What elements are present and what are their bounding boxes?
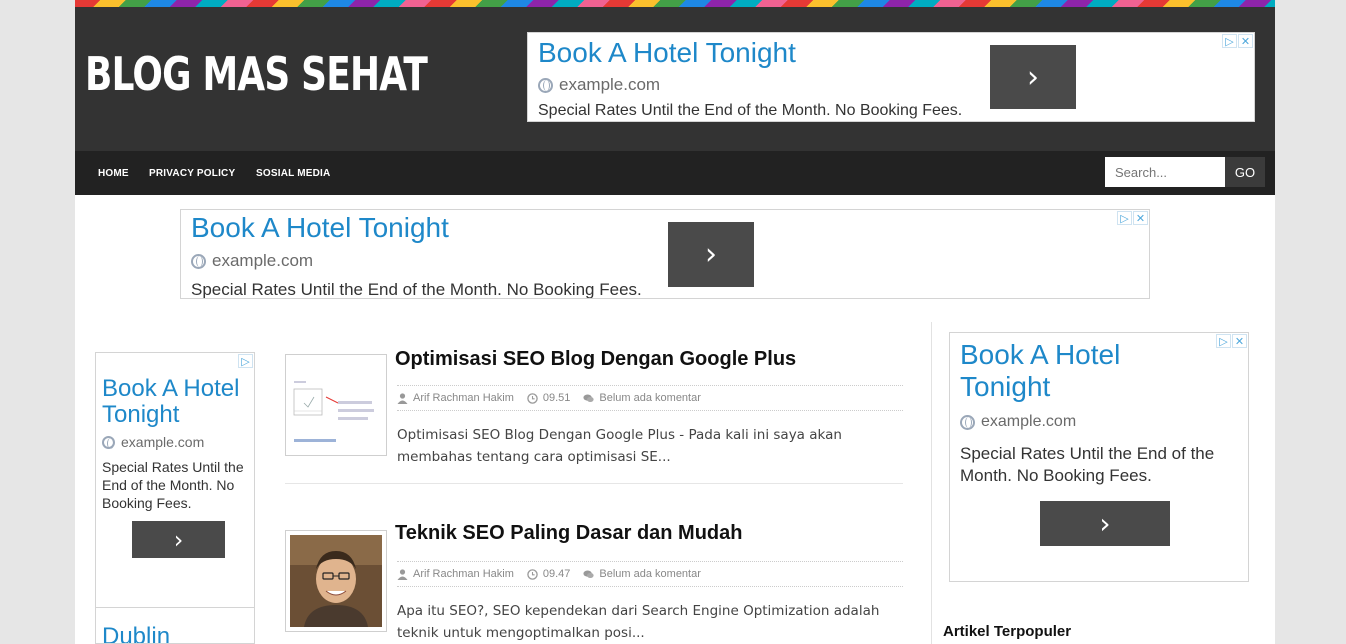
site-header: BLOG MAS SEHAT Book A Hotel Tonight exam… (75, 7, 1275, 151)
popular-articles-title: Artikel Terpopuler (943, 623, 1072, 640)
chevron-right-icon: › (705, 237, 717, 272)
ad-text-line1: Special Rates Until the (102, 459, 244, 475)
ad-url-text: example.com (559, 75, 661, 94)
post-author[interactable]: Arif Rachman Hakim (397, 568, 514, 580)
ad-title[interactable]: Book A Hotel Tonight (538, 37, 796, 69)
post-comments[interactable]: Belum ada komentar (583, 392, 701, 404)
adchoices-icon[interactable]: ▷ (1117, 211, 1132, 225)
post-thumbnail[interactable] (285, 530, 387, 632)
ad-title-line2[interactable]: Tonight (102, 401, 179, 429)
time-text: 09.47 (542, 568, 571, 580)
ad-url-text: example.com (121, 434, 205, 450)
adchoices-icon[interactable]: ▷ (1216, 334, 1231, 348)
chevron-right-icon: › (1099, 507, 1111, 540)
ad-title-line1[interactable]: Book A Hotel (960, 339, 1120, 371)
main-navigation: HOME PRIVACY POLICY SOSIAL MEDIA GO (75, 151, 1275, 195)
post-title[interactable]: Optimisasi SEO Blog Dengan Google Plus (395, 348, 796, 371)
post-meta: Arif Rachman Hakim 09.47 Belum ada komen… (397, 561, 903, 587)
post-item: Optimisasi SEO Blog Dengan Google Plus A… (285, 348, 903, 468)
ad-text-line1: Special Rates Until the End of the (960, 444, 1215, 463)
close-icon[interactable]: ✕ (1133, 211, 1148, 225)
search-go-button[interactable]: GO (1225, 157, 1265, 187)
screenshot-thumbnail-image (290, 359, 382, 451)
ad-title[interactable]: Book A Hotel Tonight (191, 212, 449, 244)
chevron-right-icon: › (1027, 59, 1039, 95)
author-photo-image (290, 535, 382, 627)
adchoices-badge[interactable]: ▷ ✕ (1216, 334, 1247, 348)
ad-url[interactable]: example.com (191, 251, 313, 271)
ad-url-text: example.com (212, 251, 314, 270)
ad-next-button[interactable]: › (132, 521, 225, 558)
author-name: Arif Rachman Hakim (413, 392, 514, 404)
content-sidebar-divider (931, 322, 932, 644)
header-ad[interactable]: Book A Hotel Tonight example.com Special… (527, 32, 1255, 122)
nav-item-home[interactable]: HOME (98, 168, 129, 179)
post-excerpt: Optimisasi SEO Blog Dengan Google Plus -… (397, 427, 842, 465)
page-wrapper: BLOG MAS SEHAT Book A Hotel Tonight exam… (75, 0, 1275, 644)
ad-title-line1[interactable]: Book A Hotel (102, 375, 239, 403)
ad-url[interactable]: example.com (538, 75, 660, 95)
globe-icon (538, 77, 553, 93)
ad-text: Special Rates Until the End of the Month… (191, 280, 642, 299)
comments-text: Belum ada komentar (599, 568, 701, 580)
comments-icon (583, 569, 595, 578)
adchoices-badge[interactable]: ▷ (238, 354, 253, 368)
close-icon[interactable]: ✕ (1238, 34, 1253, 48)
ad-text-line2: Month. No Booking Fees. (960, 466, 1152, 485)
right-sidebar-ad[interactable]: Book A Hotel Tonight example.com Special… (949, 332, 1249, 582)
ad-text: Special Rates Until the End of the Month… (538, 102, 963, 119)
post-title[interactable]: Teknik SEO Paling Dasar dan Mudah (395, 522, 743, 545)
ad-next-button[interactable]: › (1040, 501, 1170, 546)
post-thumbnail[interactable] (285, 354, 387, 456)
globe-icon (102, 435, 115, 449)
post-item: Teknik SEO Paling Dasar dan Mudah Arif R… (285, 522, 903, 644)
top-banner-ad[interactable]: Book A Hotel Tonight example.com Special… (180, 209, 1150, 299)
ad-next-button[interactable]: › (990, 45, 1076, 109)
color-stripe (75, 0, 1275, 7)
ad-next-title[interactable]: Dublin (102, 623, 170, 643)
search-input[interactable] (1105, 157, 1225, 187)
clock-icon (527, 568, 538, 580)
post-time: 09.47 (527, 568, 571, 580)
comments-text: Belum ada komentar (599, 392, 701, 404)
ad-next-button[interactable]: › (668, 222, 754, 287)
post-time: 09.51 (527, 392, 571, 404)
user-icon (397, 568, 408, 580)
post-excerpt: Apa itu SEO?, SEO kependekan dari Search… (397, 603, 880, 641)
user-icon (397, 392, 408, 404)
comments-icon (583, 393, 595, 402)
globe-icon (191, 253, 206, 269)
adchoices-badge[interactable]: ▷ ✕ (1117, 211, 1148, 225)
globe-icon (960, 414, 975, 430)
nav-item-privacy-policy[interactable]: PRIVACY POLICY (149, 168, 235, 179)
ad-url[interactable]: example.com (960, 413, 1076, 431)
chevron-right-icon: › (173, 525, 184, 554)
ad-text-line3: Booking Fees. (102, 495, 192, 511)
post-comments[interactable]: Belum ada komentar (583, 568, 701, 580)
adchoices-icon[interactable]: ▷ (1222, 34, 1237, 48)
adchoices-badge[interactable]: ▷ ✕ (1222, 34, 1253, 48)
author-name: Arif Rachman Hakim (413, 568, 514, 580)
nav-item-sosial-media[interactable]: SOSIAL MEDIA (256, 168, 330, 179)
post-author[interactable]: Arif Rachman Hakim (397, 392, 514, 404)
site-title[interactable]: BLOG MAS SEHAT (85, 47, 428, 101)
adchoices-icon[interactable]: ▷ (238, 354, 253, 368)
ad-text-line2: End of the Month. No (102, 477, 235, 493)
ad-url[interactable]: example.com (102, 434, 204, 450)
post-meta: Arif Rachman Hakim 09.51 Belum ada komen… (397, 385, 903, 411)
time-text: 09.51 (542, 392, 571, 404)
post-divider (285, 483, 903, 484)
ad-divider (96, 607, 254, 608)
left-sidebar-ad[interactable]: Book A Hotel Tonight example.com Special… (95, 352, 255, 644)
ad-url-text: example.com (981, 413, 1077, 430)
ad-title-line2[interactable]: Tonight (960, 371, 1050, 403)
close-icon[interactable]: ✕ (1232, 334, 1247, 348)
clock-icon (527, 392, 538, 404)
